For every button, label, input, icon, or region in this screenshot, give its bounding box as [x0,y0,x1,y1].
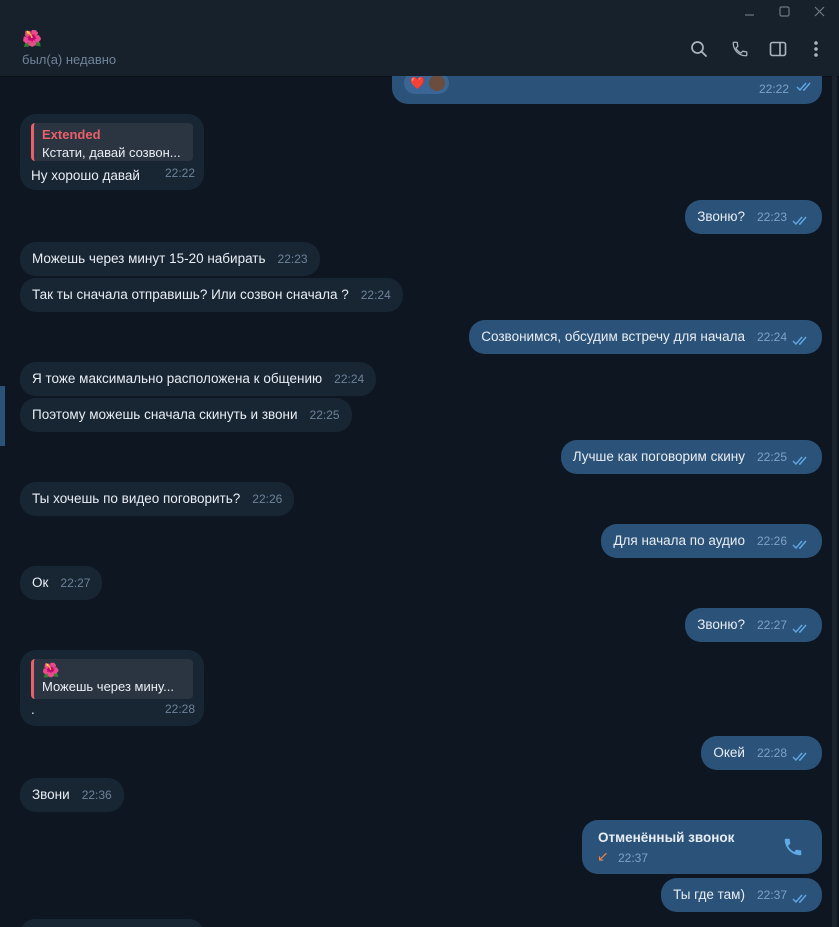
message-time: 22:24 [756,330,787,344]
call-missed-arrow-icon: ↙ [597,848,609,864]
message-time: 22:25 [756,450,787,464]
message-time: 22:27 [60,576,91,590]
message-time: 22:36 [81,788,112,802]
peer-name-emoji[interactable]: 🌺 [22,29,42,49]
message-list[interactable]: ❤️ 22:22 Extended Кстати, давай созвон..… [0,76,839,927]
message-incoming[interactable]: Звони 22:36 [20,778,124,812]
heart-reaction-icon: ❤️ [410,76,425,90]
maximize-icon[interactable] [766,0,802,22]
message-outgoing[interactable]: Звоню? 22:23 [685,200,822,234]
message-outgoing[interactable]: Лучше как поговорим скину 22:25 [560,440,822,474]
message-text: Ты хочешь по видео поговорить? [32,491,241,506]
message-text: Ты где там) [673,887,745,902]
phone-icon[interactable] [729,38,751,60]
message-call-cancelled[interactable]: Отменённый звонок ↙ 22:37 [582,820,822,874]
message-text: Окей [713,745,745,760]
message-outgoing[interactable]: Окей 22:28 [701,736,822,770]
message-outgoing[interactable]: Звоню? 22:27 [685,608,822,642]
message-time: 22:37 [618,851,649,865]
reply-author: Extended [42,127,101,142]
message-text: Звони [32,787,70,802]
message-time: 22:25 [309,408,340,422]
scroll-position-indicator [0,386,5,446]
message-outgoing[interactable]: Ты где там) 22:37 [661,878,822,912]
message-time: 22:26 [252,492,283,506]
message-time: 22:23 [756,210,787,224]
message-incoming[interactable] [20,919,204,927]
message-text: Звоню? [697,617,745,632]
message-text: Созвонимся, обсудим встречу для начала [481,329,745,344]
read-checks-icon [792,456,807,466]
read-checks-icon [792,624,807,634]
message-outgoing[interactable]: Для начала по аудио 22:26 [601,524,822,558]
message-text: Можешь через минут 15-20 набирать [32,251,266,266]
message-text: Ок [32,575,49,590]
message-outgoing[interactable]: Созвонимся, обсудим встречу для начала 2… [469,320,822,354]
read-checks-icon [792,752,807,762]
minimize-icon[interactable] [731,0,767,22]
message-outgoing[interactable]: ❤️ 22:22 [392,76,822,104]
search-icon[interactable] [688,38,710,60]
message-time: 22:23 [277,252,308,266]
message-text: Так ты сначала отправишь? Или созвон сна… [32,287,349,302]
scrollbar[interactable] [832,76,837,927]
sidebar-toggle-icon[interactable] [767,38,789,60]
message-time: 22:27 [756,618,787,632]
more-vertical-icon[interactable] [805,38,827,60]
message-incoming[interactable]: Ок 22:27 [20,566,103,600]
message-time: 22:22 [164,166,195,180]
call-phone-icon[interactable] [782,836,804,858]
message-incoming[interactable]: Extended Кстати, давай созвон... Ну хоро… [20,114,204,190]
message-text: Поэтому можешь сначала скинуть и звони [32,407,298,422]
read-checks-icon [792,894,807,904]
reactor-avatar [428,76,445,91]
message-incoming[interactable]: Так ты сначала отправишь? Или созвон сна… [20,278,403,312]
read-checks-icon [792,336,807,346]
message-incoming[interactable]: Поэтому можешь сначала скинуть и звони 2… [20,398,352,432]
message-time: 22:24 [334,372,365,386]
reaction-badge[interactable]: ❤️ [404,76,449,94]
message-text: Звоню? [697,209,745,224]
read-checks-icon [796,82,811,92]
call-title: Отменённый звонок [598,830,735,845]
window-titlebar [0,0,839,22]
reply-quote[interactable]: Extended Кстати, давай созвон... [31,123,193,161]
message-incoming[interactable]: Ты хочешь по видео поговорить? 22:26 [20,482,295,516]
reply-author: 🌺 [42,662,60,678]
message-text: . [31,702,35,717]
message-time: 22:24 [360,288,391,302]
reply-quote[interactable]: 🌺 Можешь через мину... [31,659,193,699]
message-time: 22:28 [756,746,787,760]
message-incoming[interactable]: 🌺 Можешь через мину... . 22:28 [20,650,204,726]
reply-text: Кстати, давай созвон... [42,145,181,160]
message-time: 22:37 [756,888,787,902]
message-time: 22:28 [164,702,195,716]
message-text: Я тоже максимально расположена к общению [32,371,323,386]
message-time: 22:26 [756,534,787,548]
message-text: Ну хорошо давай [31,168,140,183]
message-incoming[interactable]: Я тоже максимально расположена к общению… [20,362,377,396]
chat-header: 🌺 был(а) недавно [0,22,839,77]
read-checks-icon [792,540,807,550]
message-text: Лучше как поговорим скину [572,449,745,464]
message-text: Для начала по аудио [613,533,745,548]
close-icon[interactable] [801,0,837,22]
peer-status: был(а) недавно [22,52,117,67]
read-checks-icon [792,216,807,226]
message-incoming[interactable]: Можешь через минут 15-20 набирать 22:23 [20,242,320,276]
message-time: 22:22 [758,82,789,96]
reply-text: Можешь через мину... [42,679,174,694]
